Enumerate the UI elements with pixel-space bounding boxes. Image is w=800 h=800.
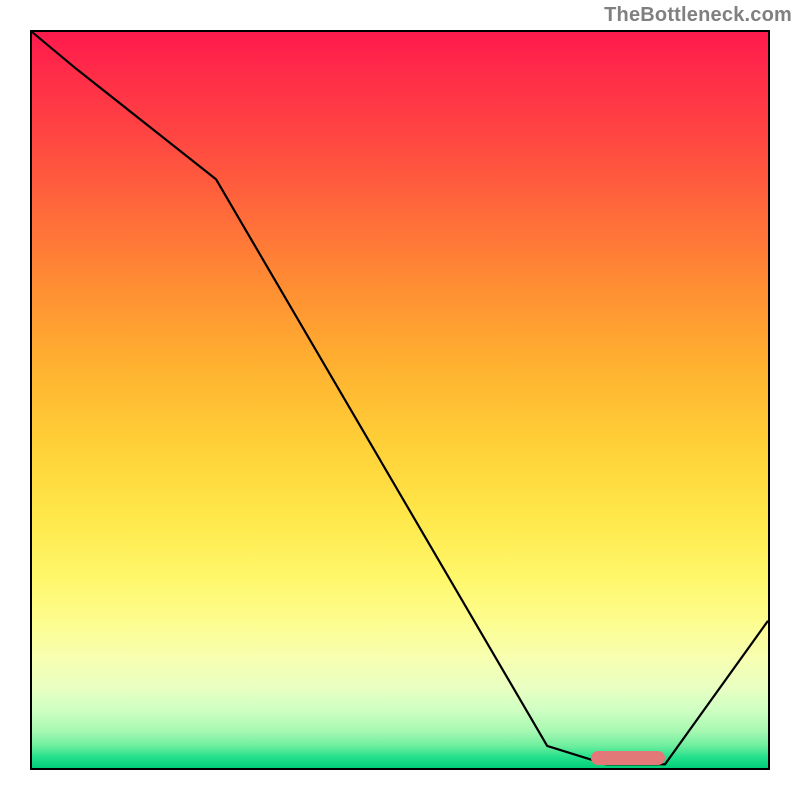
chart-frame [30, 30, 770, 770]
attribution-text: TheBottleneck.com [604, 4, 792, 27]
chart-plot-area [32, 32, 768, 768]
chart-curve-svg [32, 32, 768, 768]
bottleneck-curve [32, 32, 768, 764]
optimal-zone-marker [591, 751, 665, 765]
